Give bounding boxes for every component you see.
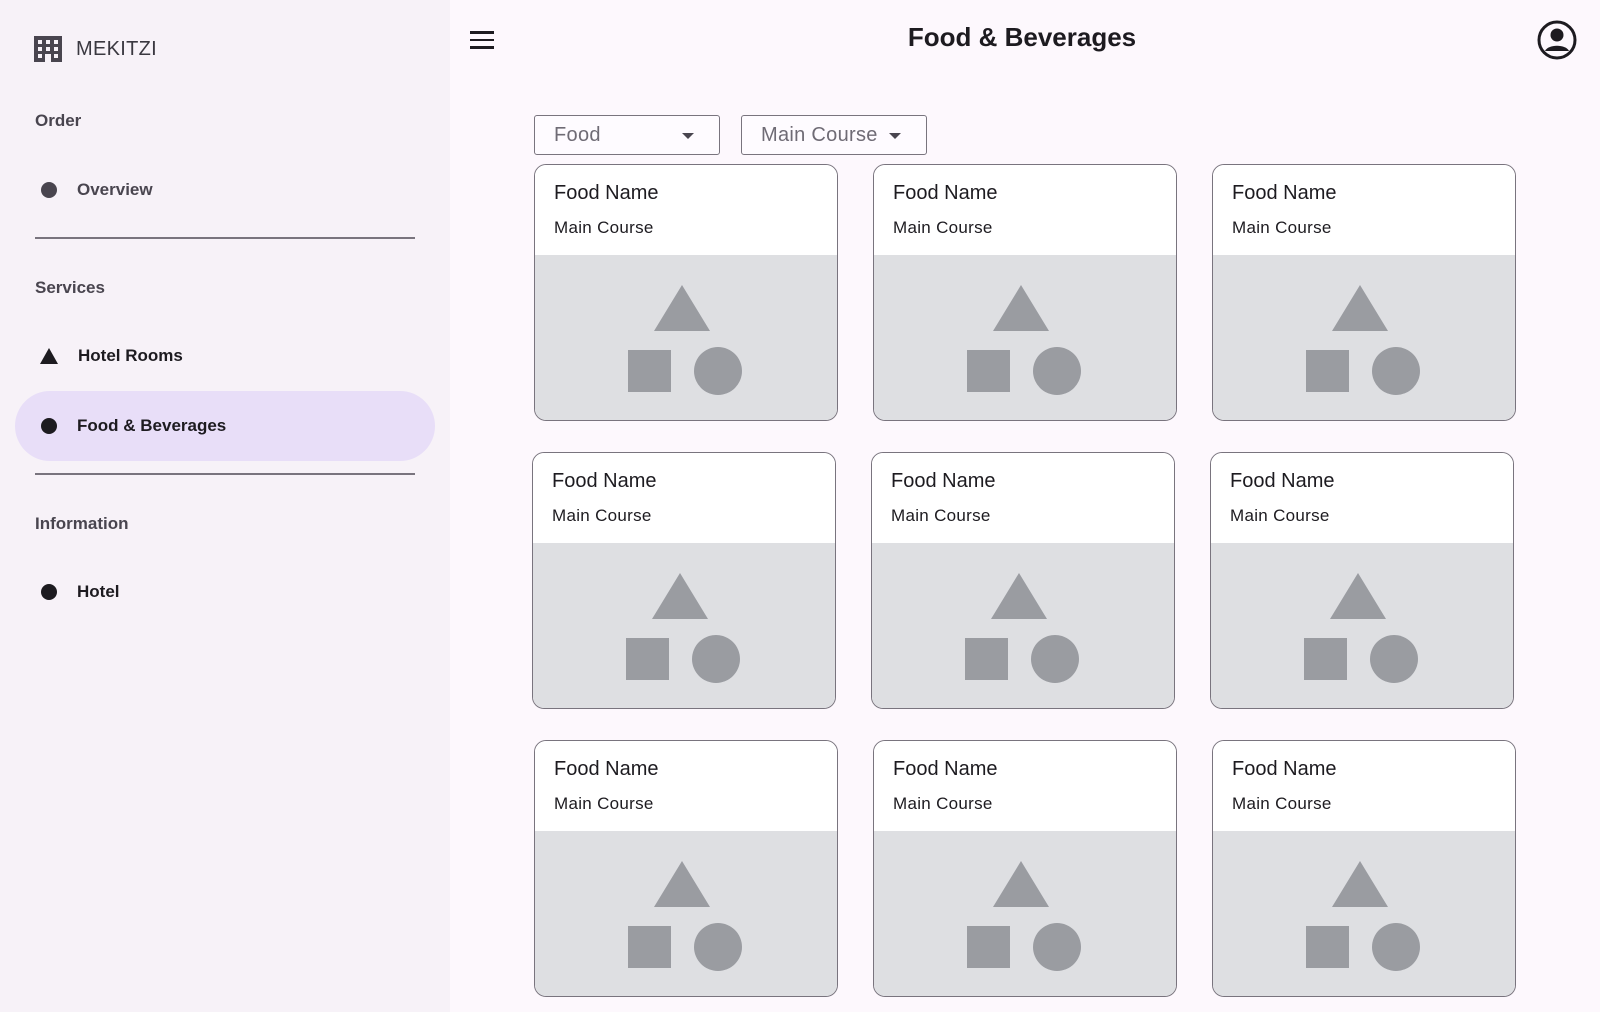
nav-item-label: Hotel Rooms (78, 346, 183, 365)
image-placeholder (535, 255, 837, 420)
image-placeholder-icon (965, 573, 1079, 683)
image-placeholder (874, 831, 1176, 996)
card-header: Food Name Main Course (874, 165, 1176, 255)
image-placeholder (533, 543, 835, 708)
section-title-order: Order (35, 111, 82, 130)
nav-item-label: Food & Beverages (77, 416, 227, 435)
dropdown-arrow-icon (682, 133, 694, 139)
image-placeholder (1213, 831, 1515, 996)
card-header: Food Name Main Course (1211, 453, 1513, 543)
triangle-icon (40, 348, 58, 364)
card-header: Food Name Main Course (1213, 165, 1515, 255)
card-header: Food Name Main Course (874, 741, 1176, 831)
image-placeholder-icon (1304, 573, 1418, 683)
card-title: Food Name (554, 182, 659, 204)
image-placeholder-icon (628, 861, 742, 971)
circle-icon (41, 584, 57, 600)
food-card[interactable]: Food Name Main Course (1212, 164, 1516, 421)
card-header: Food Name Main Course (1213, 741, 1515, 831)
card-header: Food Name Main Course (535, 165, 837, 255)
navigation-drawer: MEKITZI Order Overview Services Hotel Ro… (0, 0, 450, 1012)
food-card[interactable]: Food Name Main Course (873, 740, 1177, 997)
food-card[interactable]: Food Name Main Course (873, 164, 1177, 421)
image-placeholder-icon (967, 861, 1081, 971)
image-placeholder-icon (1306, 861, 1420, 971)
course-select[interactable]: Main Course (741, 115, 927, 155)
image-placeholder (1213, 255, 1515, 420)
image-placeholder-icon (626, 573, 740, 683)
image-placeholder-icon (628, 285, 742, 395)
card-subtitle: Main Course (893, 218, 993, 237)
page-title: Food & Beverages (907, 22, 1137, 52)
section-title-information: Information (35, 514, 129, 533)
card-subtitle: Main Course (893, 794, 993, 813)
divider (35, 473, 415, 475)
card-subtitle: Main Course (1230, 506, 1330, 525)
nav-item-label: Hotel (77, 582, 120, 601)
food-card[interactable]: Food Name Main Course (1210, 452, 1514, 709)
card-title: Food Name (1230, 470, 1335, 492)
image-placeholder (1211, 543, 1513, 708)
card-subtitle: Main Course (891, 506, 991, 525)
card-subtitle: Main Course (554, 794, 654, 813)
nav-item-label: Overview (77, 180, 153, 199)
food-card[interactable]: Food Name Main Course (871, 452, 1175, 709)
account-circle-icon (1537, 20, 1577, 60)
card-header: Food Name Main Course (535, 741, 837, 831)
account-button[interactable] (1537, 20, 1577, 60)
nav-item-overview[interactable]: Overview (15, 155, 435, 225)
card-subtitle: Main Course (1232, 794, 1332, 813)
food-card[interactable]: Food Name Main Course (534, 740, 838, 997)
food-card[interactable]: Food Name Main Course (532, 452, 836, 709)
food-card[interactable]: Food Name Main Course (534, 164, 838, 421)
dropdown-arrow-icon (889, 133, 901, 139)
section-title-services: Services (35, 278, 105, 297)
card-subtitle: Main Course (552, 506, 652, 525)
circle-icon (41, 418, 57, 434)
card-title: Food Name (891, 470, 996, 492)
card-subtitle: Main Course (1232, 218, 1332, 237)
food-card[interactable]: Food Name Main Course (1212, 740, 1516, 997)
circle-icon (41, 182, 57, 198)
card-title: Food Name (1232, 758, 1337, 780)
card-title: Food Name (893, 758, 998, 780)
card-title: Food Name (893, 182, 998, 204)
image-placeholder (535, 831, 837, 996)
divider (35, 237, 415, 239)
card-subtitle: Main Course (554, 218, 654, 237)
nav-item-food-beverages[interactable]: Food & Beverages (15, 391, 435, 461)
course-select-value: Main Course (761, 123, 878, 146)
category-select[interactable]: Food (534, 115, 720, 155)
image-placeholder (874, 255, 1176, 420)
card-title: Food Name (552, 470, 657, 492)
card-header: Food Name Main Course (872, 453, 1174, 543)
nav-item-hotel[interactable]: Hotel (15, 557, 435, 627)
image-placeholder-icon (967, 285, 1081, 395)
card-title: Food Name (1232, 182, 1337, 204)
card-title: Food Name (554, 758, 659, 780)
card-header: Food Name Main Course (533, 453, 835, 543)
nav-item-hotel-rooms[interactable]: Hotel Rooms (15, 321, 435, 391)
image-placeholder-icon (1306, 285, 1420, 395)
image-placeholder (872, 543, 1174, 708)
category-select-value: Food (554, 123, 601, 146)
